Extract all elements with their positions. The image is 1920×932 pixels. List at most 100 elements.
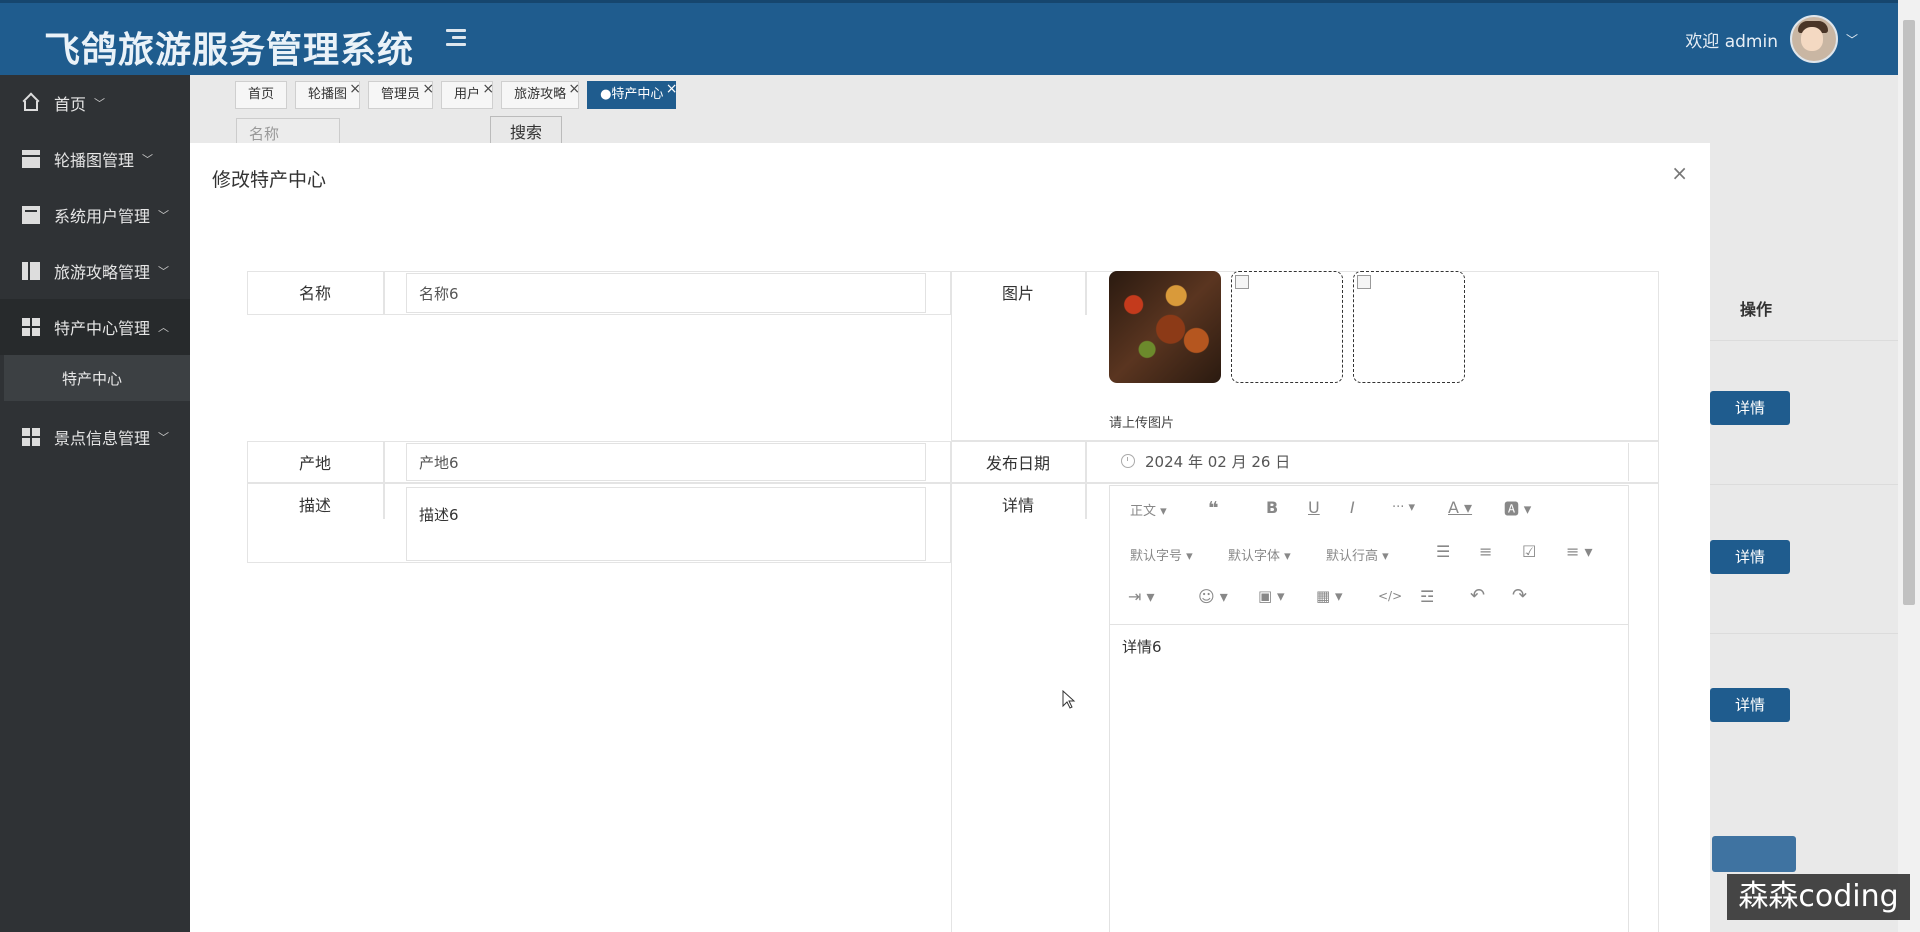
chevron-down-icon: ﹀: [142, 153, 154, 166]
numbered-list-icon[interactable]: ≡: [1479, 542, 1492, 561]
sidebar-item-label: 景点信息管理: [54, 429, 151, 448]
background-color-icon[interactable]: 🅰 ▾: [1504, 498, 1531, 519]
tab-admin[interactable]: 管理员 ×: [368, 81, 434, 109]
bold-icon[interactable]: B: [1266, 498, 1278, 517]
scrollbar-thumb[interactable]: [1903, 20, 1915, 605]
divider: [1710, 633, 1898, 634]
avatar[interactable]: [1789, 15, 1838, 63]
editor-toolbar: 正文 ▾ ❝ B U I ··· ▾ A ▾ 🅰 ▾ 默认字号 ▾ 默认字体 ▾…: [1110, 486, 1628, 625]
sidebar-item-guides[interactable]: 旅游攻略管理 ﹀: [0, 243, 190, 299]
origin-input[interactable]: 产地6: [406, 443, 926, 481]
more-icon[interactable]: ··· ▾: [1392, 500, 1415, 515]
font-family-label: 默认字体: [1228, 549, 1281, 564]
card-icon: [22, 206, 40, 224]
chevron-down-icon: ﹀: [158, 209, 170, 222]
close-icon[interactable]: ×: [568, 76, 580, 102]
name-input[interactable]: 名称6: [406, 273, 926, 313]
detail-button-faded[interactable]: [1712, 836, 1796, 872]
grid-icon: [22, 318, 40, 336]
detail-button[interactable]: 详情: [1710, 540, 1790, 574]
undo-icon[interactable]: ↶: [1470, 585, 1485, 606]
divider: [1710, 340, 1898, 341]
uploaded-image-thumbnail[interactable]: [1109, 271, 1221, 383]
date-picker[interactable]: 2024 年 02 月 26 日: [1109, 443, 1629, 481]
top-header: 飞鸽旅游服务管理系统 欢迎 admin ﹀: [0, 0, 1898, 75]
emoji-icon[interactable]: ☺ ▾: [1198, 587, 1228, 606]
menu-toggle-icon[interactable]: [444, 27, 468, 49]
align-icon[interactable]: ≡ ▾: [1566, 542, 1593, 561]
origin-label: 产地: [298, 454, 331, 473]
line-height-dropdown[interactable]: 默认行高 ▾: [1326, 545, 1389, 564]
home-icon: [22, 94, 40, 112]
user-menu[interactable]: 欢迎 admin ﹀: [1685, 15, 1858, 63]
detail-button[interactable]: 详情: [1710, 688, 1790, 722]
clock-icon: [1121, 454, 1135, 468]
tab-specialty[interactable]: ●特产中心 ×: [587, 81, 677, 109]
broken-image-icon: [1357, 275, 1371, 289]
sidebar-item-attractions[interactable]: 景点信息管理 ﹀: [0, 409, 190, 465]
date-label: 发布日期: [985, 454, 1050, 473]
tab-label: ●特产中心: [600, 87, 664, 102]
image-upload-slot[interactable]: [1353, 271, 1465, 383]
font-family-dropdown[interactable]: 默认字体 ▾: [1228, 545, 1291, 564]
font-color-icon[interactable]: A ▾: [1448, 498, 1472, 517]
line-height-label: 默认行高: [1326, 549, 1379, 564]
tab-users[interactable]: 用户 ×: [441, 81, 494, 109]
tab-label: 旅游攻略: [514, 87, 567, 102]
detail-button[interactable]: 详情: [1710, 391, 1790, 425]
checklist-icon[interactable]: ☑: [1522, 542, 1536, 561]
edit-modal: 修改特产中心 × 名称 名称6 图片 请上传图片 产地 产地6 发布日期 202…: [190, 143, 1710, 932]
description-textarea[interactable]: 描述6: [406, 487, 926, 561]
redo-icon[interactable]: ↷: [1512, 585, 1527, 606]
bulleted-list-icon[interactable]: ☰: [1436, 542, 1450, 561]
sidebar-item-carousel[interactable]: 轮播图管理 ﹀: [0, 131, 190, 187]
divider: [1085, 271, 1087, 315]
paragraph-dropdown[interactable]: 正文 ▾: [1130, 500, 1167, 519]
underline-icon[interactable]: U: [1308, 498, 1320, 517]
tab-label: 管理员: [381, 87, 421, 102]
close-icon[interactable]: ×: [482, 76, 494, 102]
date-value: 2024 年 02 月 26 日: [1145, 453, 1291, 471]
italic-icon[interactable]: I: [1350, 498, 1355, 517]
close-icon[interactable]: ×: [666, 76, 678, 102]
sidebar-item-users[interactable]: 系统用户管理 ﹀: [0, 187, 190, 243]
detail-label: 详情: [1001, 496, 1034, 515]
column-header-actions: 操作: [1740, 300, 1773, 319]
upload-hint: 请上传图片: [1109, 416, 1175, 431]
close-icon[interactable]: ×: [349, 76, 361, 102]
sidebar-item-label: 轮播图管理: [54, 151, 135, 170]
tab-guides[interactable]: 旅游攻略 ×: [501, 81, 580, 109]
divider-line-icon[interactable]: ☲: [1420, 587, 1434, 606]
tab-home[interactable]: 首页: [235, 81, 288, 109]
book-icon: [22, 262, 40, 280]
font-size-label: 默认字号: [1130, 549, 1183, 564]
app-title: 飞鸽旅游服务管理系统: [44, 30, 415, 71]
chevron-down-icon[interactable]: ﹀: [1846, 31, 1858, 48]
archive-icon: [22, 150, 40, 168]
font-size-dropdown[interactable]: 默认字号 ▾: [1130, 545, 1193, 564]
divider: [383, 483, 385, 519]
editor-content[interactable]: 详情6: [1122, 636, 1162, 657]
sidebar-item-label: 特产中心管理: [54, 319, 151, 338]
name-label: 名称: [298, 284, 331, 303]
mouse-cursor-icon: [1062, 690, 1076, 709]
page-scrollbar[interactable]: [1898, 0, 1920, 932]
divider: [383, 441, 385, 483]
sidebar-item-label: 首页: [54, 95, 87, 114]
code-icon[interactable]: </>: [1378, 589, 1402, 603]
sidebar-item-home[interactable]: 首页 ﹀: [0, 75, 190, 131]
close-icon[interactable]: ×: [422, 76, 434, 102]
table-icon[interactable]: ▦ ▾: [1316, 587, 1342, 605]
tab-bar: 首页 轮播图 × 管理员 × 用户 × 旅游攻略 × ●特产中心 ×: [235, 81, 684, 109]
quote-icon[interactable]: ❝: [1208, 498, 1219, 519]
indent-icon[interactable]: ⇥ ▾: [1128, 587, 1155, 606]
chevron-down-icon: ﹀: [94, 97, 106, 110]
sidebar-subitem-specialty-center[interactable]: 特产中心: [4, 355, 190, 401]
divider: [1710, 484, 1898, 485]
rich-text-editor[interactable]: 正文 ▾ ❝ B U I ··· ▾ A ▾ 🅰 ▾ 默认字号 ▾ 默认字体 ▾…: [1109, 485, 1629, 932]
image-upload-slot[interactable]: [1231, 271, 1343, 383]
image-icon[interactable]: ▣ ▾: [1258, 587, 1284, 605]
sidebar-item-specialty[interactable]: 特产中心管理 ︿: [0, 299, 190, 355]
tab-carousel[interactable]: 轮播图 ×: [295, 81, 361, 109]
close-icon[interactable]: ×: [1671, 161, 1688, 185]
